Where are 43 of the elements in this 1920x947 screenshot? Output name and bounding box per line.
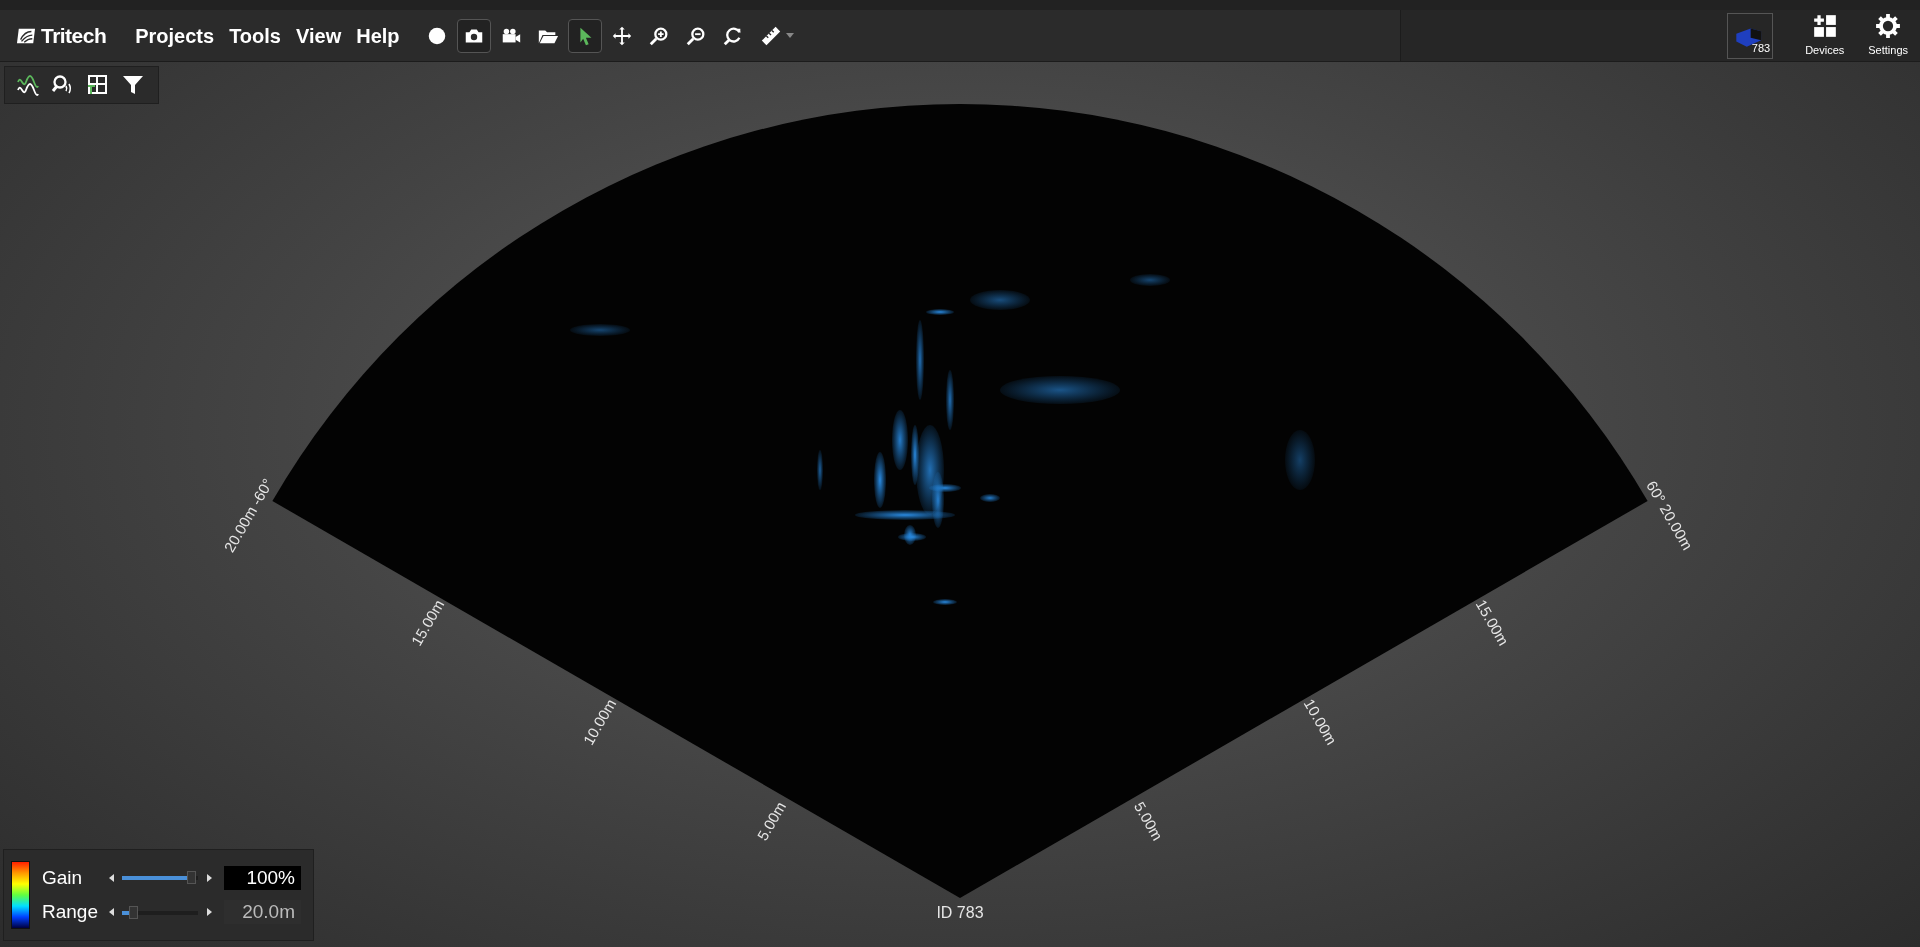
settings-icon [1875,12,1902,39]
device-id: 783 [1751,41,1771,56]
sonar-echo [970,290,1030,310]
right-arrow-icon [206,873,212,882]
sonar-echo [946,370,954,430]
left-arrow-icon [108,908,114,917]
menu-item[interactable]: View [290,20,348,51]
device-button[interactable]: 783 [1727,12,1774,59]
left-arrow-icon [108,873,114,882]
caret-icon [785,32,794,39]
right-arrow-icon [206,908,212,917]
sonar-echo [874,452,886,508]
move-icon [610,24,633,47]
wave-icon [16,73,40,97]
sonar-echo [1130,274,1170,286]
tool-button[interactable] [456,18,491,53]
sonar-echo [570,324,630,336]
brand-name: Tritech [41,22,107,49]
sonar-echo [1285,430,1315,490]
devices-button[interactable]: Devices [1801,12,1849,59]
grid-icon [86,73,110,97]
logo-icon [15,26,37,45]
menu-item[interactable]: Help [350,20,406,51]
ruler-icon [759,24,782,47]
color-scale [11,861,30,929]
slider-thumb[interactable] [128,905,138,919]
control-label: Gain [42,865,84,890]
control-label: Range [42,900,99,924]
settings-button[interactable]: Settings [1864,12,1912,59]
tool-button[interactable] [15,72,41,98]
add-device-icon [1811,12,1838,39]
sonar-echo [926,309,954,315]
sonar-echo [980,494,1000,502]
menu-item[interactable]: Tools [223,20,287,51]
sonar-echo [817,450,823,490]
slider-thumb[interactable] [187,871,196,885]
tool-button[interactable] [567,18,602,53]
filter-icon [121,73,145,97]
sonar-echo [892,410,908,470]
value-field[interactable]: 100% [224,865,301,890]
sonar-echo [933,599,957,605]
sonar-id-label: ID 783 [936,904,984,921]
menu-item[interactable]: Projects [129,20,221,51]
